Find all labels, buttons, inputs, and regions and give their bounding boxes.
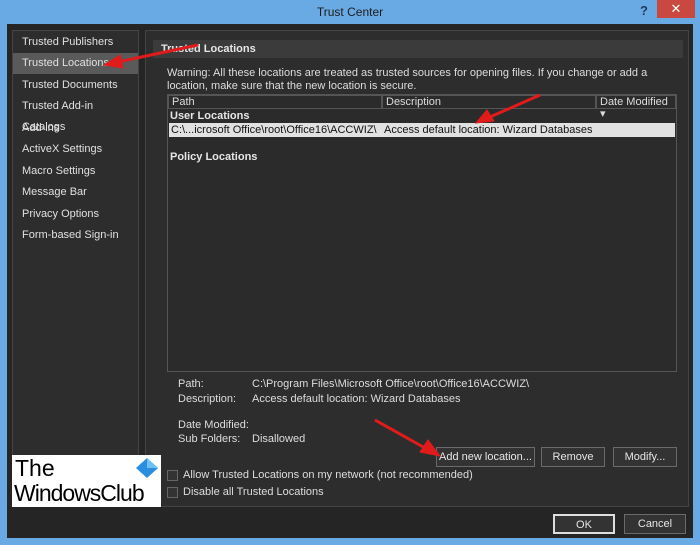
arrow-to-add-button [374,418,442,457]
arrow-to-table-row [474,93,541,124]
arrow-to-trusted-locations [102,43,199,69]
annotation-arrows [102,43,541,457]
